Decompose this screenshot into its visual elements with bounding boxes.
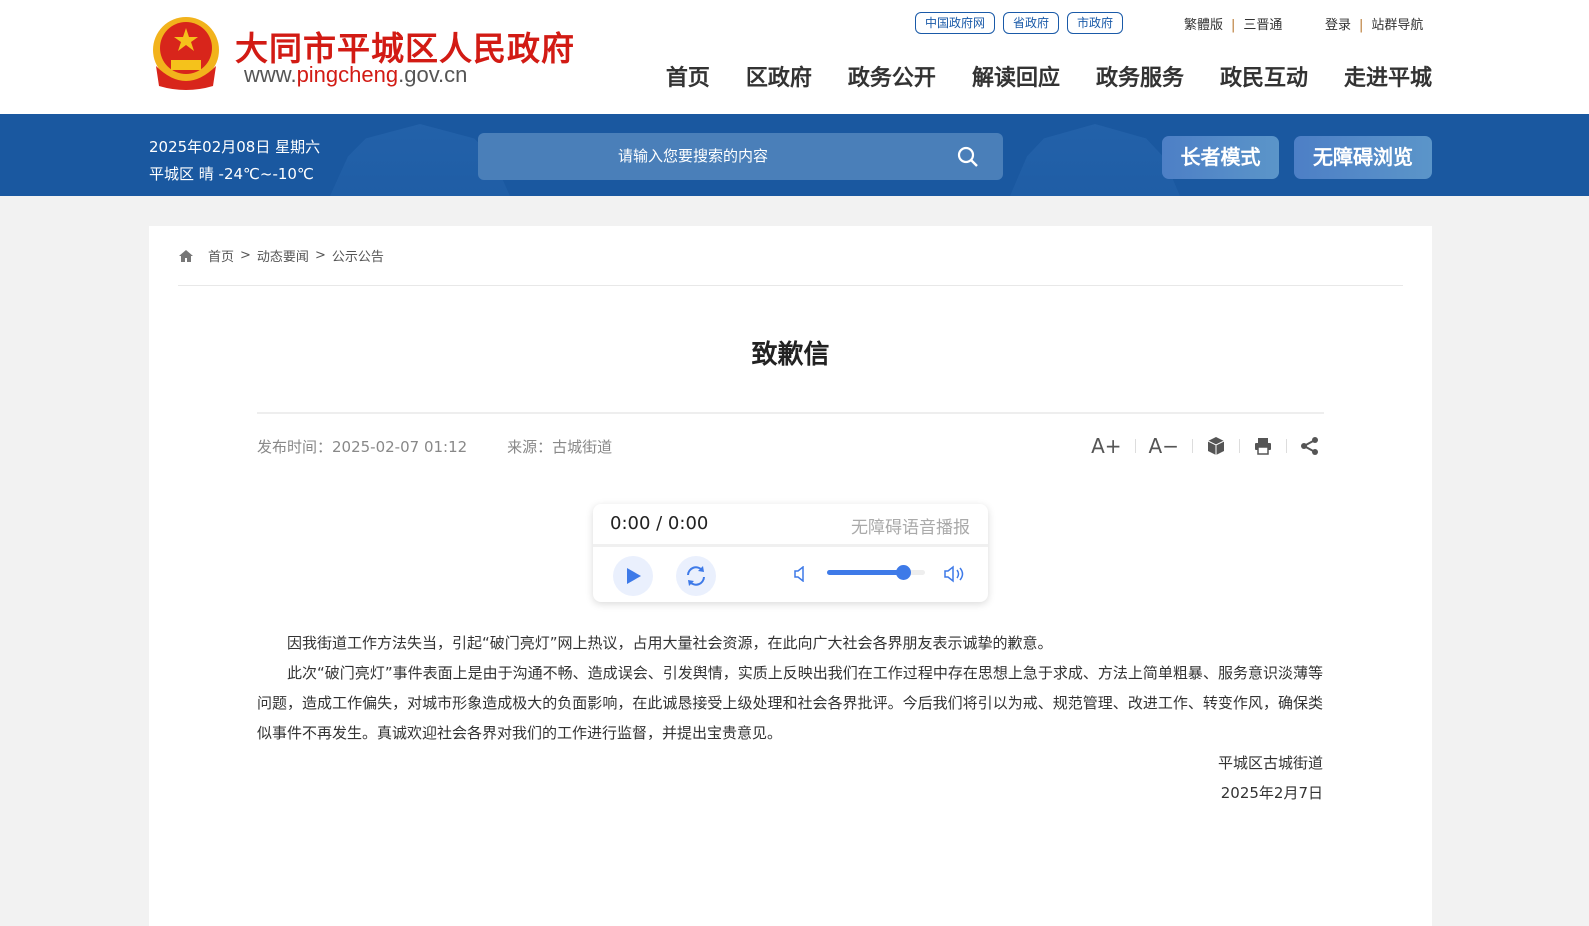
gov-links: 中国政府网 省政府 市政府 bbox=[915, 12, 1124, 34]
accessible-browse-button[interactable]: 无障碍浏览 bbox=[1294, 136, 1432, 179]
crumb-home[interactable]: 首页 bbox=[208, 246, 234, 265]
link-central-gov[interactable]: 中国政府网 bbox=[915, 12, 996, 34]
nav-gov-affairs[interactable]: 政务公开 bbox=[848, 60, 936, 92]
user-links: 登录 | 站群导航 bbox=[1325, 18, 1424, 33]
nav-district-gov[interactable]: 区政府 bbox=[746, 60, 812, 92]
refresh-icon bbox=[687, 566, 705, 586]
play-icon bbox=[627, 568, 641, 584]
nav-services[interactable]: 政务服务 bbox=[1096, 60, 1184, 92]
link-sanjintong[interactable]: 三晋通 bbox=[1243, 18, 1282, 33]
login-link[interactable]: 登录 bbox=[1325, 18, 1351, 33]
nav-interaction[interactable]: 政民互动 bbox=[1220, 60, 1308, 92]
article-card: 首页 > 动态要闻 > 公示公告 致歉信 发布时间：2025-02-07 01:12… bbox=[149, 226, 1432, 926]
search-input[interactable]: 请输入您要搜索的内容 bbox=[478, 133, 1003, 180]
nav-interpretation[interactable]: 解读回应 bbox=[972, 60, 1060, 92]
font-decrease-button[interactable]: A− bbox=[1149, 434, 1179, 458]
sign-date: 2025年2月7日 bbox=[1220, 784, 1323, 802]
national-emblem-logo bbox=[153, 17, 219, 90]
paragraph: 此次“破门亮灯”事件表面上是由于沟通不畅、造成误会、引发舆情，实质上反映出我们在… bbox=[257, 664, 1323, 742]
article-tools: A+ A− bbox=[1091, 434, 1320, 458]
tower-decoration bbox=[1010, 124, 1180, 196]
home-icon bbox=[179, 249, 193, 262]
main-nav: 首页 区政府 政务公开 解读回应 政务服务 政民互动 走进平城 bbox=[666, 60, 1432, 92]
player-label: 无障碍语音播报 bbox=[851, 518, 970, 538]
divider bbox=[178, 285, 1403, 286]
elder-mode-button[interactable]: 长者模式 bbox=[1162, 136, 1279, 179]
breadcrumb: 首页 > 动态要闻 > 公示公告 bbox=[178, 246, 384, 265]
article-meta: 发布时间：2025-02-07 01:12 来源：古城街道 bbox=[257, 436, 652, 457]
volume-slider[interactable] bbox=[827, 565, 925, 580]
volume-low-icon[interactable] bbox=[793, 566, 807, 582]
link-province-gov[interactable]: 省政府 bbox=[1003, 12, 1060, 34]
nav-about[interactable]: 走进平城 bbox=[1344, 60, 1432, 92]
publish-time: 发布时间：2025-02-07 01:12 bbox=[257, 438, 468, 456]
play-button[interactable] bbox=[613, 556, 653, 596]
crumb-notices[interactable]: 公示公告 bbox=[332, 246, 384, 265]
font-increase-button[interactable]: A+ bbox=[1091, 434, 1121, 458]
crumb-news[interactable]: 动态要闻 bbox=[257, 246, 309, 265]
link-traditional[interactable]: 繁體版 bbox=[1184, 18, 1223, 33]
search-icon[interactable] bbox=[957, 146, 979, 168]
site-url: www.pingcheng.gov.cn bbox=[244, 62, 468, 87]
date-weather: 2025年02月08日 星期六 平城区 晴 -24℃~-10℃ bbox=[149, 138, 321, 183]
cube-icon[interactable] bbox=[1206, 436, 1226, 456]
signature: 平城区古城街道 bbox=[1217, 754, 1323, 772]
nav-home[interactable]: 首页 bbox=[666, 60, 710, 92]
paragraph: 因我街道工作方法失当，引起“破门亮灯”网上热议，占用大量社会资源，在此向广大社会… bbox=[287, 634, 1053, 652]
replay-button[interactable] bbox=[676, 556, 716, 596]
share-icon[interactable] bbox=[1300, 436, 1320, 456]
print-icon[interactable] bbox=[1253, 436, 1273, 456]
lang-links: 繁體版 | 三晋通 bbox=[1184, 18, 1283, 33]
header: 大同市平城区人民政府 www.pingcheng.gov.cn 中国政府网 省政… bbox=[0, 0, 1589, 114]
site-nav-link[interactable]: 站群导航 bbox=[1371, 18, 1423, 33]
audio-player: 0:00 / 0:00 无障碍语音播报 bbox=[593, 504, 988, 602]
info-band: 2025年02月08日 星期六 平城区 晴 -24℃~-10℃ 请输入您要搜索的内… bbox=[0, 114, 1589, 196]
source: 来源：古城街道 bbox=[507, 438, 613, 456]
article-body: 因我街道工作方法失当，引起“破门亮灯”网上热议，占用大量社会资源，在此向广大社会… bbox=[257, 628, 1323, 808]
article-title: 致歉信 bbox=[751, 340, 830, 370]
link-city-gov[interactable]: 市政府 bbox=[1067, 12, 1124, 34]
player-time: 0:00 / 0:00 bbox=[610, 513, 709, 534]
volume-high-icon[interactable] bbox=[943, 565, 965, 583]
divider bbox=[257, 412, 1324, 414]
